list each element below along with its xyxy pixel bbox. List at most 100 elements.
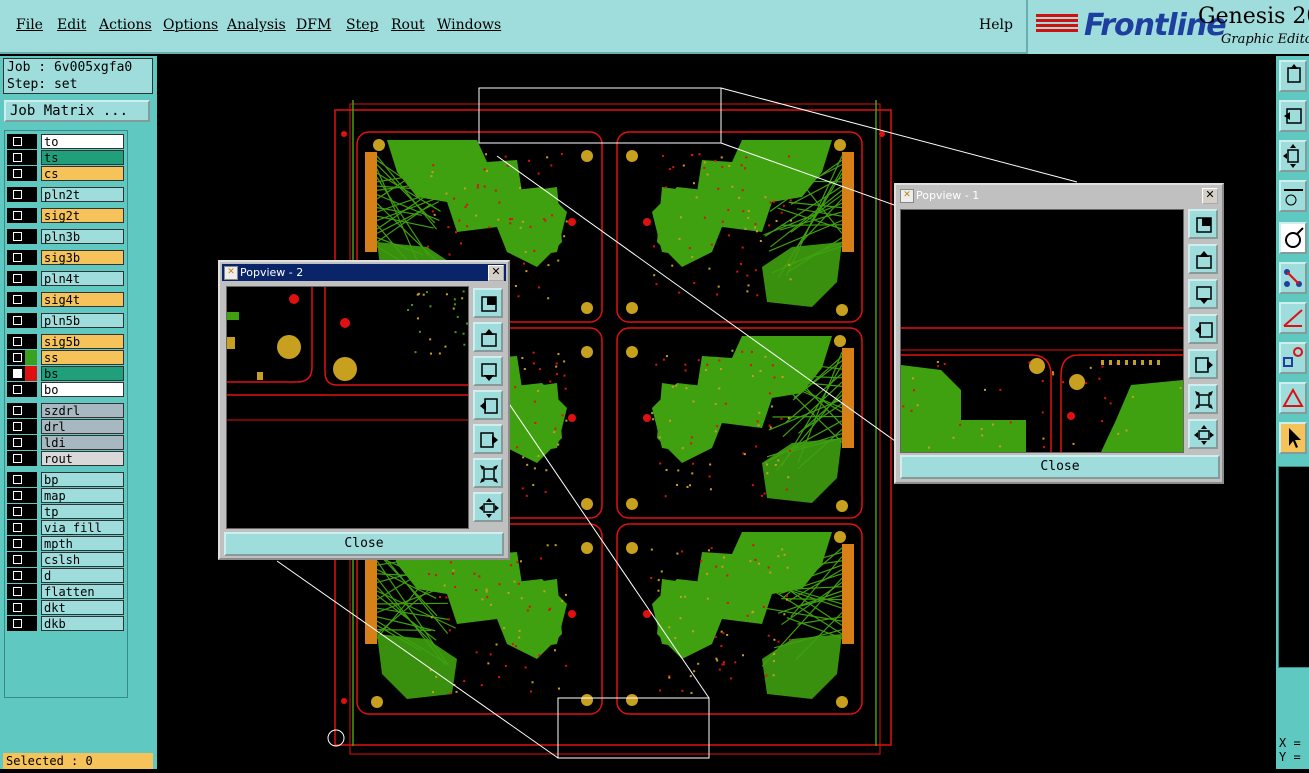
layer-checkbox[interactable] xyxy=(7,568,37,583)
popview-1-pan-up-icon[interactable] xyxy=(1188,244,1218,274)
menu-file[interactable]: File xyxy=(16,17,43,33)
layer-name[interactable]: rout xyxy=(41,451,124,466)
tool-pad-icon[interactable] xyxy=(1279,342,1307,374)
layer-checkbox[interactable] xyxy=(7,334,37,349)
job-matrix-button[interactable]: Job Matrix ... xyxy=(4,100,150,122)
layer-name[interactable]: tp xyxy=(41,504,124,519)
layer-name[interactable]: d xyxy=(41,568,124,583)
layer-checkbox[interactable] xyxy=(7,292,37,307)
layer-checkbox[interactable] xyxy=(7,166,37,181)
layer-name[interactable]: pln4t xyxy=(41,271,124,286)
layer-name[interactable]: map xyxy=(41,488,124,503)
popview-2-zoom-fit-icon[interactable] xyxy=(473,492,503,522)
layer-checkbox[interactable] xyxy=(7,208,37,223)
layer-checkbox[interactable] xyxy=(7,488,37,503)
layer-checkbox[interactable] xyxy=(7,616,37,631)
menu-step[interactable]: Step xyxy=(346,17,378,33)
layer-name[interactable]: mpth xyxy=(41,536,124,551)
popview-1-pan-down-icon[interactable] xyxy=(1188,279,1218,309)
popview-2-viewport[interactable] xyxy=(226,286,469,529)
layer-checkbox[interactable] xyxy=(7,313,37,328)
popview-1-zoom-out-icon[interactable] xyxy=(1188,384,1218,414)
popview-2-close-button[interactable]: Close xyxy=(224,532,504,556)
layer-name[interactable]: sig4t xyxy=(41,292,124,307)
popview-1-titlebar[interactable]: ✕ Popview - 1 ✕ xyxy=(898,187,1220,204)
popview-2-pan-up-icon[interactable] xyxy=(473,322,503,352)
layer-name[interactable]: bo xyxy=(41,382,124,397)
layer-checkbox[interactable] xyxy=(7,350,37,365)
layer-name[interactable]: ss xyxy=(41,350,124,365)
menu-help[interactable]: Help xyxy=(979,17,1013,33)
layer-name[interactable]: ldi xyxy=(41,435,124,450)
menu-edit[interactable]: Edit xyxy=(57,17,86,33)
layer-checkbox[interactable] xyxy=(7,366,37,381)
popview-2-pan-down-icon[interactable] xyxy=(473,356,503,386)
layer-name[interactable]: pln3b xyxy=(41,229,124,244)
layer-checkbox[interactable] xyxy=(7,504,37,519)
layer-checkbox[interactable] xyxy=(7,419,37,434)
popview-2-pan-right-icon[interactable] xyxy=(473,424,503,454)
tool-pointer-icon[interactable] xyxy=(1279,422,1307,454)
layer-name[interactable]: via_fill xyxy=(41,520,124,535)
tool-zoom-home-icon[interactable] xyxy=(1279,60,1307,92)
layer-name[interactable]: to xyxy=(41,134,124,149)
layer-checkbox[interactable] xyxy=(7,134,37,149)
layer-name[interactable]: cslsh xyxy=(41,552,124,567)
popview-1-zoom-fit-icon[interactable] xyxy=(1188,419,1218,449)
layer-name[interactable]: sig3b xyxy=(41,250,124,265)
popview-2-zoom-out-icon[interactable] xyxy=(473,458,503,488)
popview-2-titlebar[interactable]: ✕ Popview - 2 ✕ xyxy=(222,264,506,281)
layer-name[interactable]: dkb xyxy=(41,616,124,631)
popview-2-pan-left-icon[interactable] xyxy=(473,390,503,420)
layer-checkbox[interactable] xyxy=(7,472,37,487)
layer-checkbox[interactable] xyxy=(7,600,37,615)
layer-checkbox[interactable] xyxy=(7,520,37,535)
layer-checkbox[interactable] xyxy=(7,584,37,599)
layer-checkbox[interactable] xyxy=(7,271,37,286)
popview-1-pan-right-icon[interactable] xyxy=(1188,349,1218,379)
menu-actions[interactable]: Actions xyxy=(99,17,152,33)
layer-name[interactable]: bp xyxy=(41,472,124,487)
popview-1-pan-left-icon[interactable] xyxy=(1188,314,1218,344)
layer-name[interactable]: cs xyxy=(41,166,124,181)
layer-name[interactable]: szdrl xyxy=(41,403,124,418)
layer-name[interactable]: sig2t xyxy=(41,208,124,223)
tool-connect-icon[interactable] xyxy=(1279,262,1307,294)
layer-checkbox[interactable] xyxy=(7,451,37,466)
tool-triangle-icon[interactable] xyxy=(1279,382,1307,414)
tool-zoom-fit-icon[interactable] xyxy=(1279,140,1307,172)
close-icon[interactable]: ✕ xyxy=(1202,188,1218,204)
popview-1-close-button[interactable]: Close xyxy=(900,455,1220,479)
layer-checkbox[interactable] xyxy=(7,435,37,450)
menu-analysis[interactable]: Analysis xyxy=(227,17,286,33)
layer-checkbox[interactable] xyxy=(7,150,37,165)
layer-name[interactable]: dkt xyxy=(41,600,124,615)
tool-select-circle-icon[interactable] xyxy=(1279,222,1307,254)
via xyxy=(693,282,695,284)
layer-checkbox[interactable] xyxy=(7,229,37,244)
layer-checkbox[interactable] xyxy=(7,403,37,418)
layer-name[interactable]: bs xyxy=(41,366,124,381)
layer-name[interactable]: sig5b xyxy=(41,334,124,349)
tool-line-icon[interactable] xyxy=(1279,302,1307,334)
menu-windows[interactable]: Windows xyxy=(437,17,501,33)
layer-checkbox[interactable] xyxy=(7,187,37,202)
popview-1-zoom-in-icon[interactable] xyxy=(1188,209,1218,239)
popview-2-zoom-in-icon[interactable] xyxy=(473,288,503,318)
tool-pan-left-icon[interactable] xyxy=(1279,100,1307,132)
layer-name[interactable]: pln5b xyxy=(41,313,124,328)
layer-name[interactable]: drl xyxy=(41,419,124,434)
tool-measure-icon[interactable] xyxy=(1279,180,1307,212)
menu-options[interactable]: Options xyxy=(163,17,218,33)
layer-checkbox[interactable] xyxy=(7,250,37,265)
layer-checkbox[interactable] xyxy=(7,552,37,567)
close-icon[interactable]: ✕ xyxy=(488,265,504,281)
layer-checkbox[interactable] xyxy=(7,382,37,397)
layer-name[interactable]: flatten xyxy=(41,584,124,599)
menu-rout[interactable]: Rout xyxy=(391,17,425,33)
popview-1-viewport[interactable] xyxy=(900,209,1184,453)
layer-name[interactable]: pln2t xyxy=(41,187,124,202)
layer-checkbox[interactable] xyxy=(7,536,37,551)
layer-name[interactable]: ts xyxy=(41,150,124,165)
menu-dfm[interactable]: DFM xyxy=(296,17,331,33)
